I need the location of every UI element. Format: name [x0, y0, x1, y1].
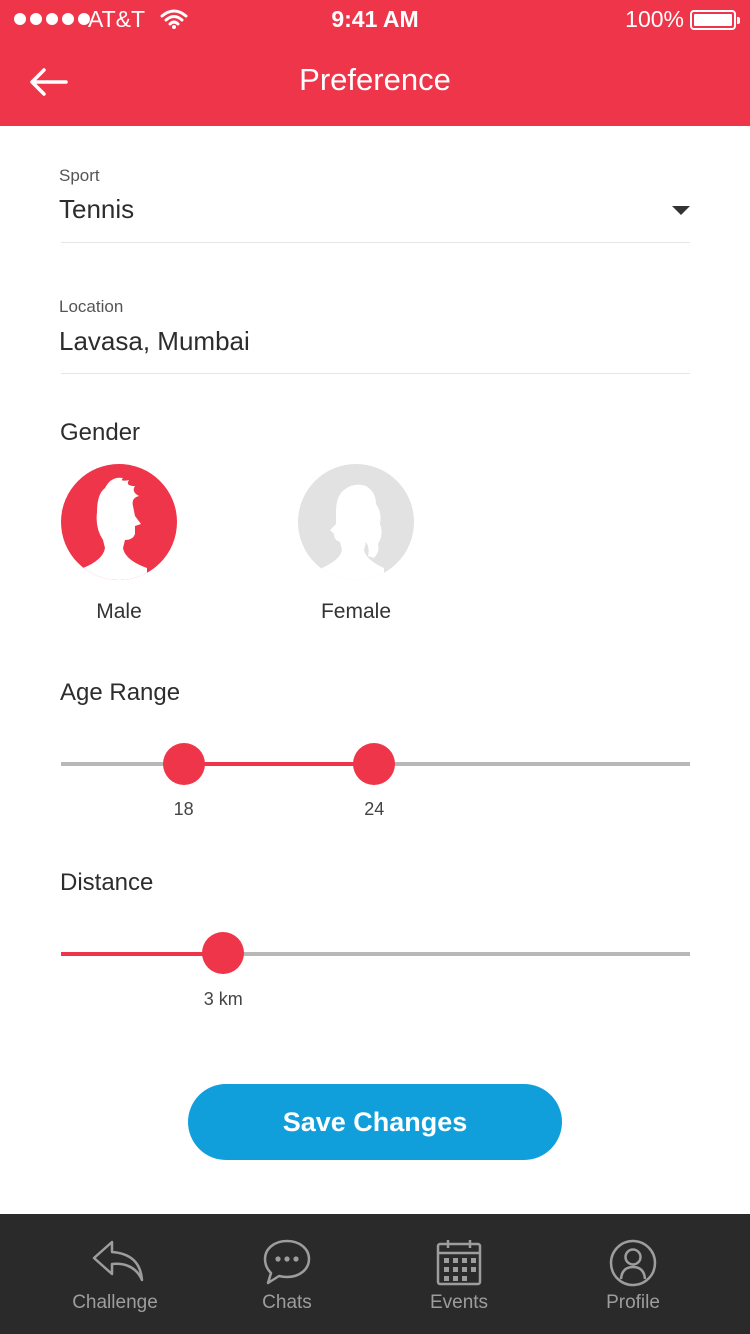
age-range-fill	[183, 762, 375, 766]
location-label: Location	[59, 297, 124, 316]
save-changes-button[interactable]: Save Changes	[188, 1084, 562, 1160]
age-min-thumb[interactable]	[162, 743, 205, 785]
tab-label-chats: Chats	[262, 1292, 312, 1313]
tab-events[interactable]: Events	[389, 1214, 529, 1334]
chevron-down-icon[interactable]	[672, 206, 690, 215]
location-input[interactable]: Lavasa, Mumbai	[59, 326, 250, 357]
gender-label-male: Male	[96, 600, 142, 623]
reply-arrow-icon	[92, 1240, 144, 1282]
distance-fill	[61, 952, 224, 956]
age-max-thumb[interactable]	[353, 743, 396, 785]
app-header: AT&T 9:41 AM 100% Preference	[0, 0, 750, 126]
battery-icon	[690, 10, 740, 30]
status-bar: AT&T 9:41 AM 100%	[0, 0, 750, 40]
distance-thumb[interactable]	[202, 932, 245, 974]
age-min-value: 18	[173, 799, 194, 819]
page-title: Preference	[299, 62, 451, 97]
location-underline	[61, 373, 690, 374]
sport-select[interactable]: Tennis	[59, 194, 134, 225]
sport-underline	[61, 242, 690, 243]
chat-bubble-icon	[263, 1239, 311, 1285]
distance-value: 3 km	[203, 989, 243, 1009]
distance-slider[interactable]	[61, 952, 690, 956]
tab-profile[interactable]: Profile	[563, 1214, 703, 1334]
gender-option-female[interactable]	[298, 464, 414, 580]
tab-label-challenge: Challenge	[72, 1292, 158, 1313]
bottom-tab-bar: Challenge Chats Events Profile	[0, 1214, 750, 1334]
sport-label: Sport	[59, 166, 100, 185]
female-silhouette-icon	[322, 484, 384, 580]
age-max-value: 24	[364, 799, 385, 819]
tab-chats[interactable]: Chats	[217, 1214, 357, 1334]
battery-percent: 100%	[625, 6, 684, 32]
tab-challenge[interactable]: Challenge	[45, 1214, 185, 1334]
gender-label-female: Female	[320, 600, 392, 623]
tab-label-profile: Profile	[606, 1292, 660, 1313]
male-silhouette-icon	[83, 477, 147, 580]
tab-label-events: Events	[429, 1292, 489, 1313]
gender-title: Gender	[60, 419, 141, 446]
gender-option-male[interactable]	[61, 464, 177, 580]
age-range-title: Age Range	[60, 679, 181, 706]
calendar-icon	[436, 1240, 482, 1286]
user-icon	[609, 1239, 657, 1287]
distance-title: Distance	[60, 869, 154, 896]
